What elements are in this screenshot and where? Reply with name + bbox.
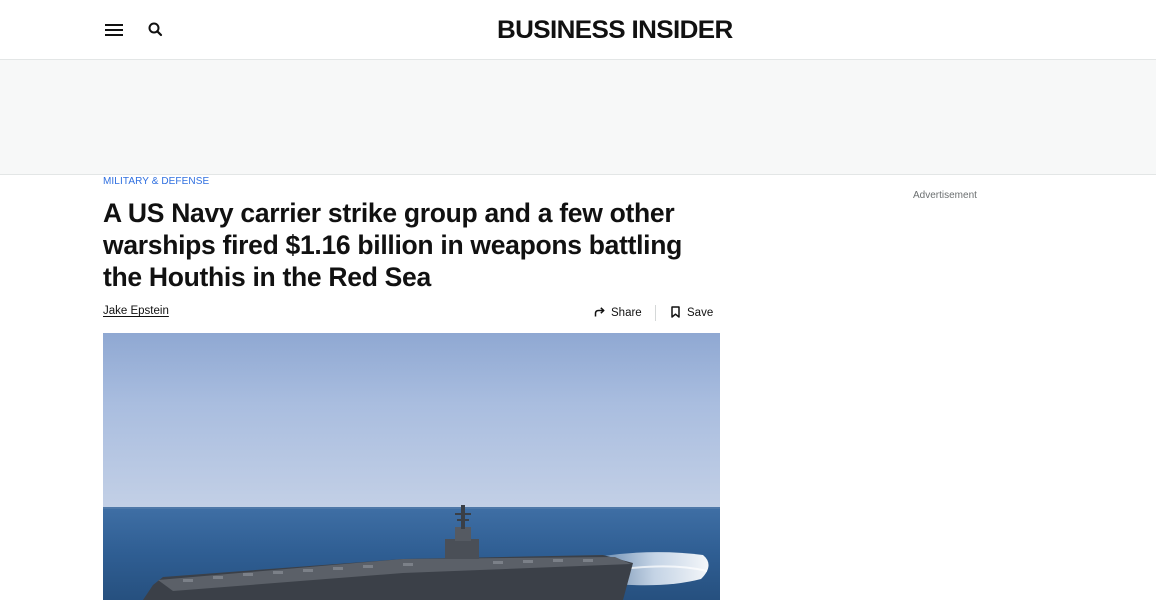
article-category-link[interactable]: MILITARY & DEFENSE — [103, 176, 209, 187]
byline-row: Jake Epstein Share Save — [103, 304, 720, 322]
top-ad-banner — [0, 60, 1156, 175]
share-button[interactable]: Share — [594, 304, 642, 322]
hero-image-aircraft-carrier — [103, 333, 720, 600]
share-label: Share — [611, 307, 642, 319]
share-arrow-icon — [594, 306, 606, 321]
bookmark-icon — [670, 305, 681, 321]
site-logo[interactable]: BUSINESS INSIDER — [497, 14, 733, 46]
article-headline: A US Navy carrier strike group and a few… — [103, 198, 683, 292]
advertisement-label: Advertisement — [913, 190, 977, 201]
site-header: BUSINESS INSIDER — [0, 0, 1156, 60]
hamburger-menu-icon[interactable] — [104, 20, 124, 40]
search-icon[interactable] — [146, 20, 166, 40]
author-link[interactable]: Jake Epstein — [103, 305, 169, 317]
save-button[interactable]: Save — [670, 304, 713, 322]
action-divider — [655, 305, 656, 321]
save-label: Save — [687, 307, 714, 319]
